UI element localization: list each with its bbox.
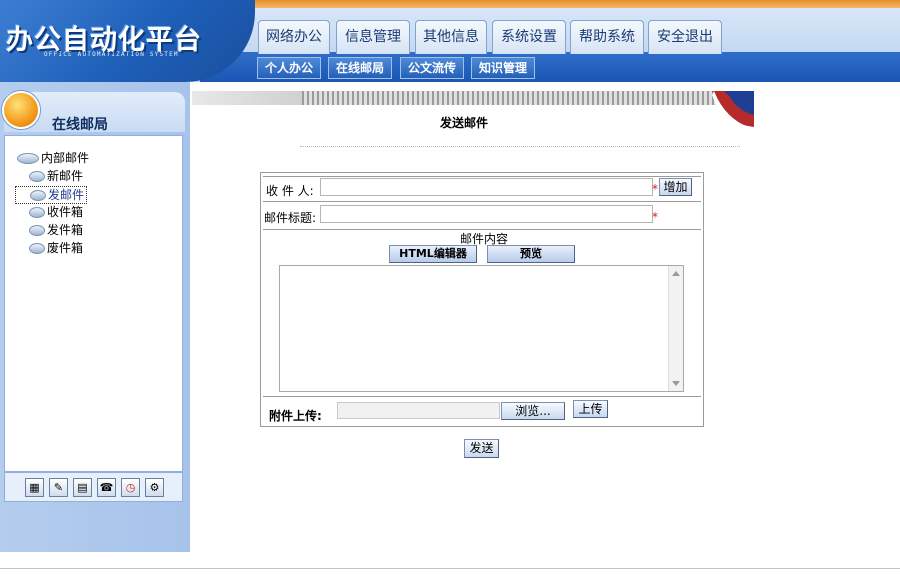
upload-button[interactable]: 上传	[573, 400, 608, 418]
tree-item-trash[interactable]: 废件箱	[29, 240, 83, 256]
attachment-label: 附件上传:	[269, 409, 322, 423]
sidebar-toolbar: ▦ ✎ ▤ ☎ ◷ ⚙	[4, 472, 183, 502]
tools-icon[interactable]: ⚙	[145, 478, 164, 497]
html-editor-button[interactable]: HTML编辑器	[389, 245, 477, 263]
sidebar: 在线邮局 内部邮件 新邮件 发邮件 收件箱 发件箱 废件箱 ▦ ✎ ▤ ☎ ◷ …	[0, 82, 190, 552]
tree-item-label: 发件箱	[47, 223, 84, 237]
nav-tab-logout[interactable]: 安全退出	[648, 20, 722, 54]
mail-icon	[29, 243, 45, 254]
mail-icon	[29, 207, 45, 218]
recipient-input[interactable]	[320, 178, 653, 196]
browse-button[interactable]: 浏览...	[501, 402, 565, 420]
required-mark: *	[652, 182, 658, 196]
send-button[interactable]: 发送	[464, 439, 499, 458]
scroll-down-icon[interactable]	[672, 381, 680, 386]
banner-decoration	[192, 91, 302, 105]
tree-root-internal-mail[interactable]: 内部邮件	[17, 150, 89, 166]
required-mark: *	[652, 210, 658, 224]
compose-mail-form: 收 件 人: * 增加 邮件标题: * 邮件内容 HTML编辑器 预览 附件上传…	[260, 172, 704, 427]
document-icon[interactable]: ▤	[73, 478, 92, 497]
scroll-up-icon[interactable]	[672, 271, 680, 276]
sub-tab-document-flow[interactable]: 公文流传	[400, 57, 465, 79]
folder-icon	[17, 153, 39, 164]
tree-item-inbox[interactable]: 收件箱	[29, 204, 83, 220]
nav-tab-info-management[interactable]: 信息管理	[336, 20, 410, 54]
sub-tab-knowledge-management[interactable]: 知识管理	[471, 57, 536, 79]
recipient-label: 收 件 人:	[266, 184, 314, 198]
form-divider	[263, 396, 701, 397]
mail-icon	[30, 190, 46, 201]
mail-body-textarea[interactable]	[279, 265, 684, 392]
tree-item-outbox[interactable]: 发件箱	[29, 222, 83, 238]
logo-subtitle: OFFICE AUTOMATIZATION SYSTEM	[44, 51, 179, 58]
sidebar-tree-panel: 内部邮件 新邮件 发邮件 收件箱 发件箱 废件箱	[4, 135, 183, 472]
header: 办公自动化平台 OFFICE AUTOMATIZATION SYSTEM 网络办…	[0, 0, 900, 82]
tree-item-label: 发邮件	[48, 188, 85, 202]
mail-icon	[29, 225, 45, 236]
sub-tab-personal-office[interactable]: 个人办公	[257, 57, 322, 79]
add-recipient-button[interactable]: 增加	[659, 178, 692, 196]
nav-tab-system-settings[interactable]: 系统设置	[492, 20, 566, 54]
sidebar-title: 在线邮局	[52, 117, 108, 133]
body-scrollbar[interactable]	[668, 266, 683, 391]
edit-icon[interactable]: ✎	[49, 478, 68, 497]
corner-decoration	[712, 91, 754, 131]
mail-badge-icon	[2, 91, 40, 129]
tree-item-label: 新邮件	[47, 169, 84, 183]
phone-icon[interactable]: ☎	[97, 478, 116, 497]
sub-tab-online-mail[interactable]: 在线邮局	[328, 57, 393, 79]
content-banner	[192, 91, 754, 105]
title-divider	[300, 146, 740, 147]
form-divider	[263, 201, 701, 202]
form-divider	[263, 176, 701, 177]
clock-icon[interactable]: ◷	[121, 478, 140, 497]
header-accent-strip	[230, 0, 900, 8]
attachment-file-input[interactable]	[337, 402, 500, 419]
nav-tab-network-office[interactable]: 网络办公	[258, 20, 330, 54]
calendar-icon[interactable]: ▦	[25, 478, 44, 497]
tree-item-label: 收件箱	[47, 205, 84, 219]
tree-item-new-mail[interactable]: 新邮件	[29, 168, 83, 184]
tree-item-label: 废件箱	[47, 241, 84, 255]
nav-tab-other-info[interactable]: 其他信息	[415, 20, 487, 54]
page-bottom-border	[0, 568, 900, 569]
tree-item-send-mail[interactable]: 发邮件	[15, 186, 88, 204]
preview-button[interactable]: 预览	[487, 245, 575, 263]
page-title: 发送邮件	[440, 116, 489, 130]
subject-input[interactable]	[320, 205, 653, 223]
subject-label: 邮件标题:	[264, 211, 317, 225]
mail-icon	[29, 171, 45, 182]
nav-tab-help-system[interactable]: 帮助系统	[570, 20, 644, 54]
tree-root-label: 内部邮件	[41, 151, 90, 165]
logo: 办公自动化平台 OFFICE AUTOMATIZATION SYSTEM	[0, 0, 255, 82]
